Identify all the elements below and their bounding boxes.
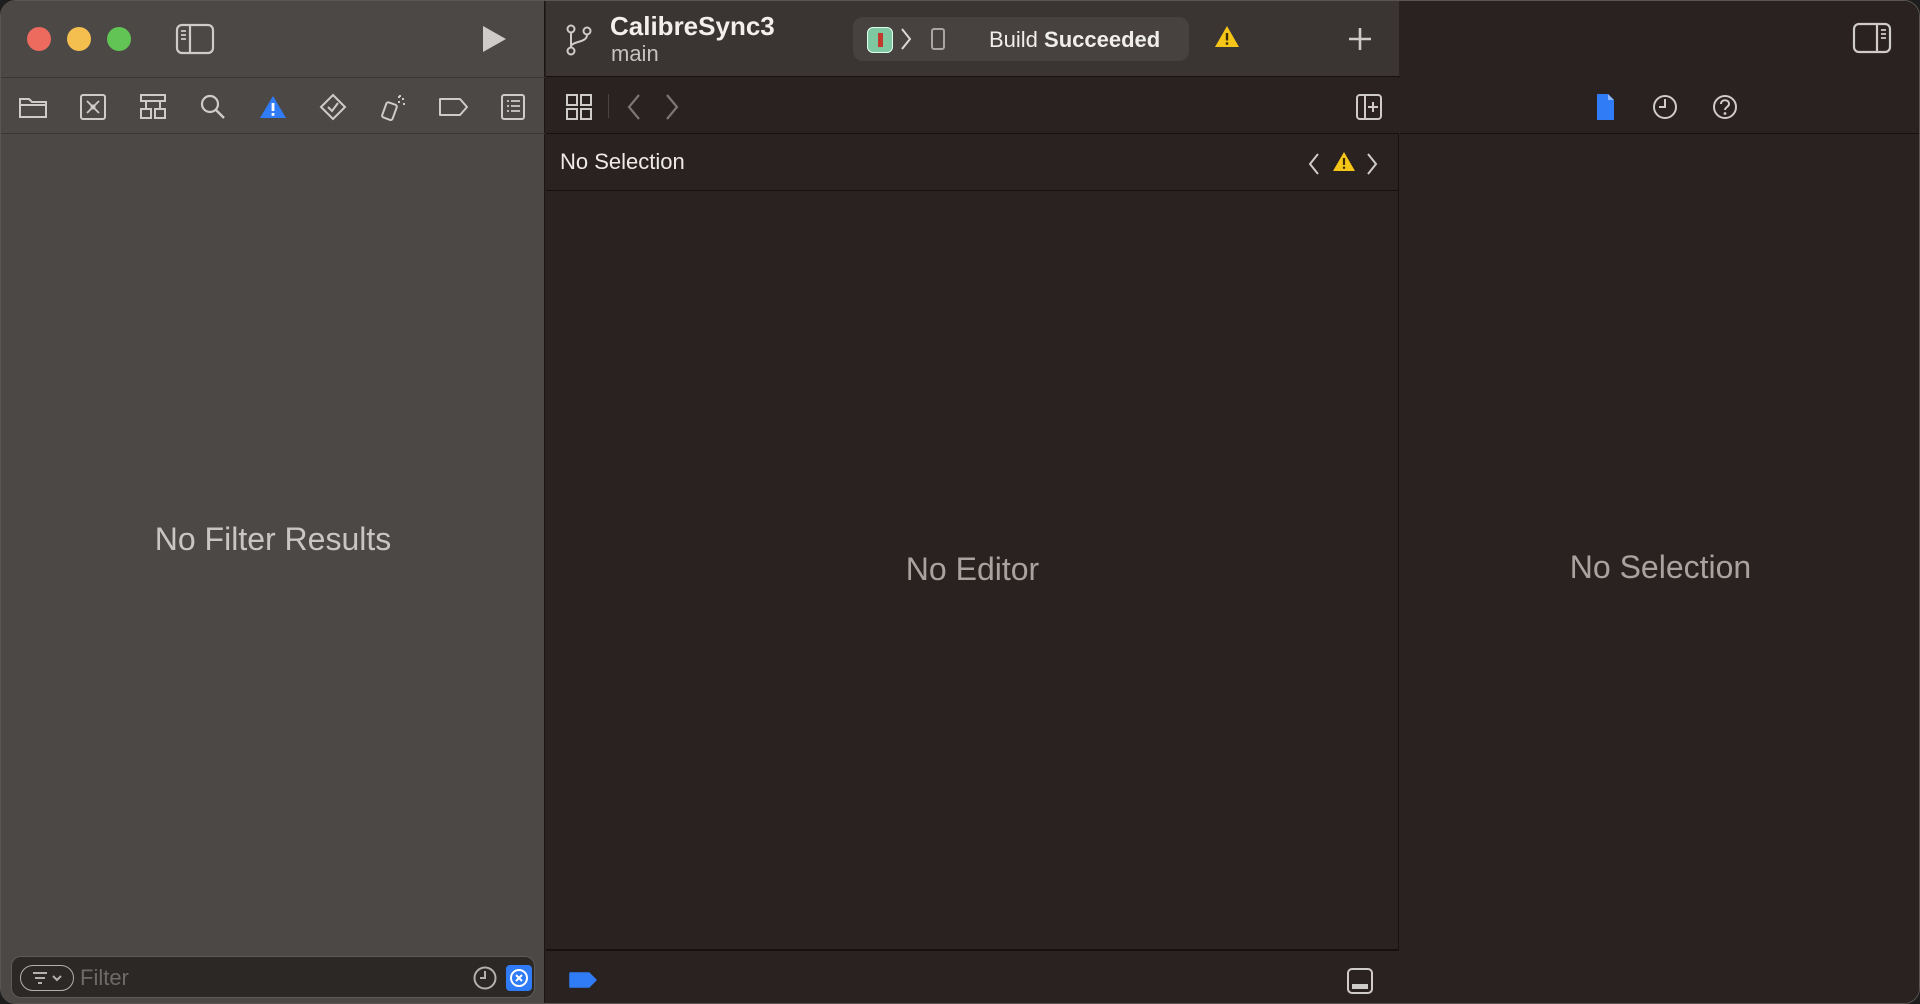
add-library-plus-icon[interactable] bbox=[1344, 23, 1376, 55]
xcode-window: No Filter Results CalibreSync3 main bbox=[0, 0, 1920, 1004]
warning-icon[interactable] bbox=[1214, 25, 1240, 49]
branch-name[interactable]: main bbox=[611, 41, 659, 67]
chevron-left-icon[interactable] bbox=[1306, 151, 1322, 177]
filter-scope-close-icon[interactable] bbox=[506, 965, 532, 991]
report-list-icon[interactable] bbox=[497, 92, 529, 122]
recent-filter-clock-icon[interactable] bbox=[472, 965, 498, 991]
history-icon[interactable] bbox=[1650, 92, 1680, 122]
chevron-right-icon[interactable] bbox=[1364, 151, 1380, 177]
jump-bar: No Selection bbox=[546, 135, 1399, 191]
navigator-titlebar bbox=[1, 1, 545, 77]
sidebar-toggle-icon[interactable] bbox=[175, 23, 215, 55]
editor-navigation-bar bbox=[546, 78, 1399, 134]
related-items-grid-icon[interactable] bbox=[564, 92, 594, 122]
hierarchy-icon[interactable] bbox=[137, 92, 169, 122]
editor-empty-message: No Editor bbox=[905, 551, 1040, 587]
window-toolbar: CalibreSync3 main Build Succeeded bbox=[546, 1, 1399, 77]
add-editor-icon[interactable] bbox=[1354, 92, 1384, 122]
editor-pane: CalibreSync3 main Build Succeeded No Sel… bbox=[546, 1, 1399, 1003]
folder-icon[interactable] bbox=[17, 92, 49, 122]
device-icon[interactable] bbox=[931, 28, 945, 50]
navigator-empty-message: No Filter Results bbox=[154, 521, 392, 557]
inspector-empty-message: No Selection bbox=[1569, 549, 1752, 585]
debug-spray-icon[interactable] bbox=[377, 92, 409, 122]
build-status-result: Succeeded bbox=[1044, 27, 1161, 52]
build-status-prefix: Build bbox=[989, 27, 1038, 52]
navigator-filter-bar bbox=[11, 956, 535, 998]
navigator-pane: No Filter Results bbox=[1, 1, 545, 1003]
breakpoint-toggle-icon[interactable] bbox=[568, 971, 598, 989]
chevron-right-icon bbox=[899, 27, 913, 51]
activity-view[interactable]: Build Succeeded bbox=[853, 17, 1189, 61]
minimize-window-button[interactable] bbox=[67, 27, 91, 51]
debug-area-toggle-icon[interactable] bbox=[1346, 967, 1374, 995]
help-icon[interactable] bbox=[1710, 92, 1740, 122]
source-control-icon[interactable] bbox=[77, 92, 109, 122]
test-diamond-icon[interactable] bbox=[317, 92, 349, 122]
breakpoint-tag-icon[interactable] bbox=[437, 92, 469, 122]
project-name[interactable]: CalibreSync3 bbox=[610, 11, 775, 42]
run-play-icon[interactable] bbox=[475, 21, 511, 57]
inspector-tab-bar bbox=[1400, 78, 1919, 134]
build-status: Build Succeeded bbox=[989, 27, 1160, 53]
inspector-pane: No Selection bbox=[1400, 1, 1919, 1003]
navigator-tab-bar bbox=[1, 77, 545, 134]
warning-icon[interactable] bbox=[1332, 151, 1356, 173]
close-window-button[interactable] bbox=[27, 27, 51, 51]
file-icon[interactable] bbox=[1590, 92, 1620, 122]
warning-icon[interactable] bbox=[257, 92, 289, 122]
app-target-icon[interactable] bbox=[867, 27, 893, 53]
inspector-toggle-icon[interactable] bbox=[1852, 21, 1892, 55]
chevron-right-icon[interactable] bbox=[662, 92, 682, 122]
chevron-left-icon[interactable] bbox=[624, 92, 644, 122]
zoom-window-button[interactable] bbox=[107, 27, 131, 51]
jump-bar-label[interactable]: No Selection bbox=[560, 149, 685, 175]
debug-bar bbox=[546, 949, 1399, 1003]
search-icon[interactable] bbox=[197, 92, 229, 122]
branch-icon bbox=[564, 23, 594, 57]
filter-input[interactable] bbox=[80, 963, 460, 993]
filter-options-icon[interactable] bbox=[20, 965, 74, 991]
toolbar-divider bbox=[608, 94, 609, 118]
inspector-titlebar bbox=[1400, 1, 1919, 77]
